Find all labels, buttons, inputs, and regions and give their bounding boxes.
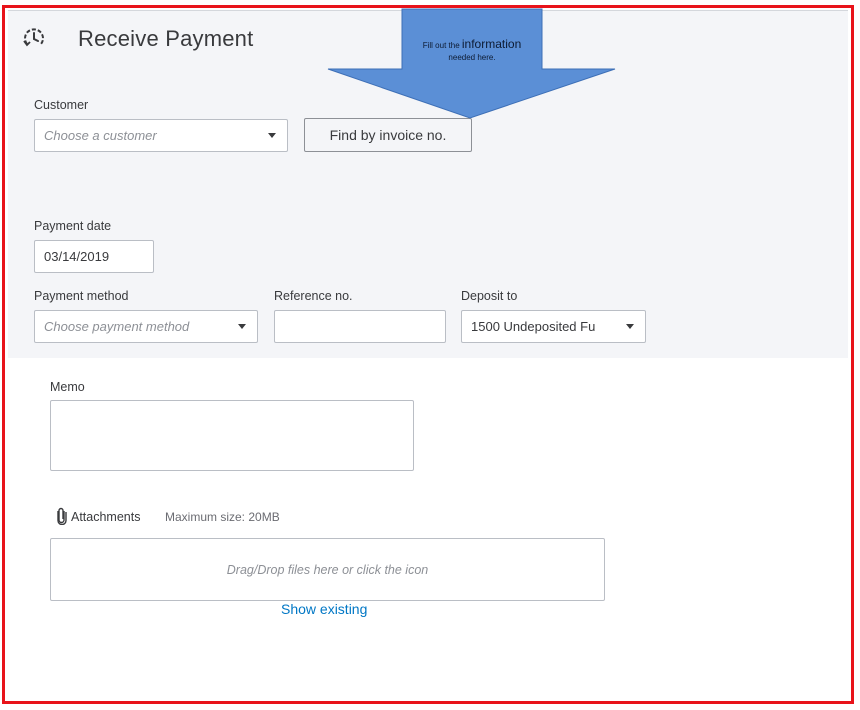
dropzone-text: Drag/Drop files here or click the icon [226,562,429,577]
paperclip-icon [57,507,67,525]
deposit-to-label: Deposit to [461,289,518,303]
payment-method-select[interactable]: Choose payment method [34,310,228,343]
page-title: Receive Payment [78,26,254,51]
payment-method-dropdown-button[interactable] [227,310,258,343]
deposit-to-value: 1500 Undeposited Fu [471,319,596,334]
attachments-max-size: Maximum size: 20MB [165,510,280,524]
find-by-invoice-button[interactable]: Find by invoice no. [304,118,472,152]
reference-label: Reference no. [274,289,353,303]
customer-select[interactable]: Choose a customer [34,119,258,152]
payment-date-value: 03/14/2019 [44,249,110,264]
deposit-to-select[interactable]: 1500 Undeposited Fu [461,310,615,343]
chevron-down-icon [268,133,276,138]
payment-method-label: Payment method [34,289,129,303]
callout-text-big: information [461,37,522,51]
customer-placeholder: Choose a customer [44,128,157,143]
payment-method-placeholder: Choose payment method [44,319,190,334]
customer-dropdown-button[interactable] [257,119,288,152]
payment-date-field[interactable]: 03/14/2019 [34,240,154,273]
callout-text-line2: needed here. [448,53,496,62]
attachments-label: Attachments [71,510,141,524]
memo-label: Memo [50,380,85,394]
callout-text-prefix: Fill out the [422,41,460,50]
callout-text: Fill out the information needed here. [402,38,542,64]
chevron-down-icon [625,324,634,329]
chevron-down-icon [238,324,246,329]
payment-date-label: Payment date [34,219,112,233]
attachments-dropzone[interactable]: Drag/Drop files here or click the icon [50,538,605,601]
clock-refresh-icon [23,28,44,47]
reference-field[interactable] [274,310,446,343]
show-existing-link[interactable]: Show existing [281,601,367,617]
deposit-to-dropdown-button[interactable] [614,310,646,343]
memo-textarea[interactable] [50,400,414,471]
customer-label: Customer [34,98,89,112]
